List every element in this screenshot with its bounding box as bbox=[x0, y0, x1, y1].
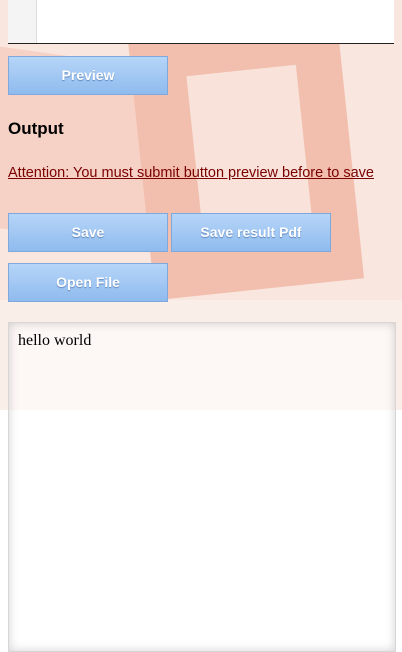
output-text: hello world bbox=[18, 332, 92, 349]
code-editor[interactable] bbox=[8, 0, 394, 44]
output-heading: Output bbox=[8, 119, 64, 138]
editor-gutter bbox=[8, 0, 37, 43]
open-file-button[interactable]: Open File bbox=[8, 263, 168, 302]
save-result-pdf-button[interactable]: Save result Pdf bbox=[171, 213, 331, 252]
output-panel[interactable]: hello world bbox=[8, 322, 396, 652]
preview-button[interactable]: Preview bbox=[8, 56, 168, 95]
attention-link[interactable]: Attention: You must submit button previe… bbox=[8, 165, 374, 181]
save-button[interactable]: Save bbox=[8, 213, 168, 252]
